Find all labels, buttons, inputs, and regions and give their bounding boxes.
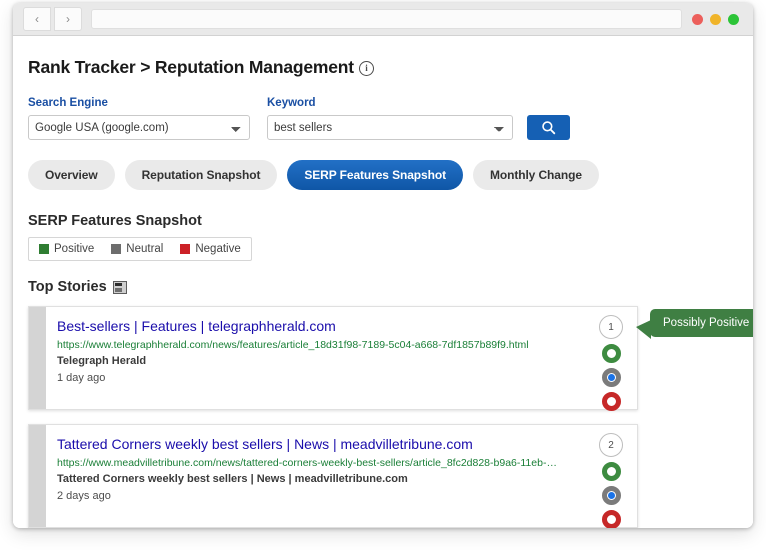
story-markers: 2 — [599, 433, 623, 528]
back-arrow-icon: ‹ — [35, 12, 39, 26]
back-button[interactable]: ‹ — [23, 7, 51, 31]
legend-label-negative: Negative — [195, 243, 240, 255]
tab-bar: Overview Reputation Snapshot SERP Featur… — [28, 160, 738, 190]
story-source: Telegraph Herald — [57, 355, 637, 367]
search-icon — [541, 120, 556, 135]
story-body: Best-sellers | Features | telegraphheral… — [29, 307, 637, 384]
tab-monthly-change[interactable]: Monthly Change — [473, 160, 599, 190]
sentiment-negative-button[interactable] — [602, 510, 621, 528]
search-button[interactable] — [527, 115, 570, 140]
story-body: Tattered Corners weekly best sellers | N… — [29, 425, 637, 502]
sentiment-neutral-button[interactable] — [602, 368, 621, 387]
tab-reputation-snapshot[interactable]: Reputation Snapshot — [125, 160, 278, 190]
page-title-text: Rank Tracker > Reputation Management — [28, 57, 354, 78]
story-markers: 1 — [599, 315, 623, 411]
search-engine-select[interactable]: Google USA (google.com) — [28, 115, 250, 140]
stories-list: Best-sellers | Features | telegraphheral… — [28, 306, 738, 528]
forward-button[interactable]: › — [54, 7, 82, 31]
search-engine-label: Search Engine — [28, 97, 250, 109]
negative-swatch-icon — [180, 244, 190, 254]
screenshot-root: ‹ › Rank Tracker > Reputation Management… — [0, 0, 766, 556]
forward-arrow-icon: › — [66, 12, 70, 26]
story-date: 2 days ago — [57, 490, 637, 502]
rank-badge: 1 — [599, 315, 623, 339]
legend-item-positive: Positive — [39, 243, 94, 255]
tab-serp-features-snapshot[interactable]: SERP Features Snapshot — [287, 160, 463, 190]
top-stories-heading-text: Top Stories — [28, 279, 107, 295]
selected-dot-icon — [608, 374, 615, 381]
page-content: Rank Tracker > Reputation Management i S… — [13, 36, 753, 528]
sentiment-positive-button[interactable] — [602, 462, 621, 481]
minimize-window-button[interactable] — [710, 14, 721, 25]
keyword-select[interactable]: best sellers — [267, 115, 513, 140]
keyword-group: Keyword best sellers — [267, 97, 513, 140]
story-title-link[interactable]: Tattered Corners weekly best sellers | N… — [57, 436, 473, 453]
rank-badge: 2 — [599, 433, 623, 457]
close-window-button[interactable] — [692, 14, 703, 25]
window-controls — [692, 14, 743, 25]
sentiment-positive-button[interactable] — [602, 344, 621, 363]
table-row[interactable]: Tattered Corners weekly best sellers | N… — [28, 424, 638, 528]
search-engine-group: Search Engine Google USA (google.com) — [28, 97, 250, 140]
keyword-label: Keyword — [267, 97, 513, 109]
card-accent-stripe — [29, 307, 46, 409]
browser-window: ‹ › Rank Tracker > Reputation Management… — [13, 3, 753, 528]
legend-item-negative: Negative — [180, 243, 240, 255]
sentiment-legend: Positive Neutral Negative — [28, 237, 252, 261]
page-title: Rank Tracker > Reputation Management i — [28, 36, 738, 78]
info-icon[interactable]: i — [359, 61, 374, 76]
story-date: 1 day ago — [57, 372, 637, 384]
news-icon — [113, 281, 127, 294]
table-row[interactable]: Best-sellers | Features | telegraphheral… — [28, 306, 638, 410]
legend-item-neutral: Neutral — [111, 243, 163, 255]
top-stories-heading: Top Stories — [28, 279, 738, 295]
story-title-link[interactable]: Best-sellers | Features | telegraphheral… — [57, 318, 336, 335]
legend-label-neutral: Neutral — [126, 243, 163, 255]
tab-overview[interactable]: Overview — [28, 160, 115, 190]
story-url: https://www.meadvilletribune.com/news/ta… — [57, 457, 557, 469]
tooltip-text: Possibly Positive — [663, 317, 749, 329]
browser-titlebar: ‹ › — [13, 3, 753, 36]
selected-dot-icon — [608, 492, 615, 499]
story-source: Tattered Corners weekly best sellers | N… — [57, 473, 637, 485]
sentiment-tooltip: Possibly Positive — [650, 309, 753, 337]
neutral-swatch-icon — [111, 244, 121, 254]
sentiment-neutral-button[interactable] — [602, 486, 621, 505]
maximize-window-button[interactable] — [728, 14, 739, 25]
url-input[interactable] — [91, 9, 682, 29]
story-url: https://www.telegraphherald.com/news/fea… — [57, 339, 557, 351]
positive-swatch-icon — [39, 244, 49, 254]
legend-label-positive: Positive — [54, 243, 94, 255]
section-title: SERP Features Snapshot — [28, 213, 738, 229]
filters-row: Search Engine Google USA (google.com) Ke… — [28, 97, 738, 140]
sentiment-negative-button[interactable] — [602, 392, 621, 411]
card-accent-stripe — [29, 425, 46, 527]
